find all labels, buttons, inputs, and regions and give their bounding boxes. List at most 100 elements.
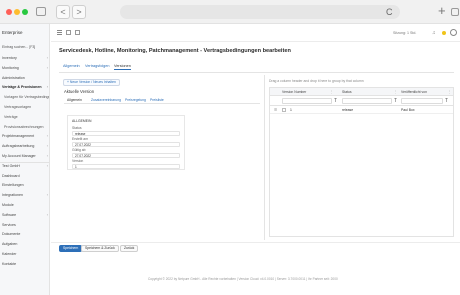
- sidebar-item[interactable]: Integrationen ›: [0, 192, 49, 199]
- sidebar-item[interactable]: Services: [0, 222, 49, 229]
- filter-input-published-by[interactable]: [401, 98, 443, 104]
- sidebar-item-label: Auftragsbearbeitung: [2, 144, 35, 149]
- sidebar-item[interactable]: Provisionsabrechnungen: [0, 124, 49, 131]
- sidebar-item[interactable]: Projektmanagement ›: [0, 133, 49, 140]
- sidebar-item[interactable]: Vorlagen für Vertragsbedingungen: [0, 94, 49, 101]
- tab-versionen[interactable]: Versionen: [114, 64, 131, 70]
- sidebar-item-label: Provisionsabrechnungen: [4, 124, 44, 129]
- close-window-button[interactable]: [6, 9, 12, 15]
- version-field[interactable]: 1: [72, 164, 180, 169]
- row-checkbox[interactable]: [282, 108, 286, 112]
- sidebar-search-input[interactable]: Eintrag suchen... [F3]: [2, 45, 48, 51]
- sidebar-item[interactable]: Auftragsbearbeitung ›: [0, 143, 49, 150]
- sidebar-item-label: Administration: [2, 75, 25, 80]
- subtab-preisregelung[interactable]: Preisregelung: [125, 98, 146, 102]
- sidebar-toggle-icon[interactable]: [36, 7, 46, 16]
- home-icon[interactable]: [75, 30, 80, 35]
- grid-header: Version Number ⋮ Status ⋮ Veröffentlicht…: [270, 88, 453, 96]
- filter-row: T T T: [270, 96, 453, 106]
- chevron-right-icon: ›: [46, 134, 48, 139]
- sidebar-item[interactable]: Software ›: [0, 212, 49, 219]
- sidebar-item-label: Vorlagen für Vertragsbedingungen: [4, 95, 49, 100]
- subtab-preisliste[interactable]: Preisliste: [150, 98, 164, 102]
- tab-overview-icon[interactable]: [451, 8, 459, 16]
- sidebar-item[interactable]: Kalender: [0, 251, 49, 258]
- filter-input-version[interactable]: [282, 98, 332, 104]
- sidebar-item-label: Services: [2, 222, 16, 227]
- sidebar-item-label: Software: [2, 212, 17, 217]
- column-header-status[interactable]: Status: [342, 90, 352, 94]
- cell-version: 1: [290, 108, 292, 112]
- sidebar-item-label: Test GmbH: [2, 163, 20, 168]
- pane-divider: [264, 75, 265, 240]
- sidebar-item-label: Module: [2, 203, 14, 207]
- subtab-allgemein[interactable]: Allgemein: [67, 98, 82, 102]
- row-drag-icon[interactable]: ☰: [274, 108, 277, 112]
- group-panel-hint[interactable]: Drag a column header and drop it here to…: [269, 79, 364, 83]
- browser-toolbar: < > C +: [0, 0, 460, 24]
- tab-divider: [59, 72, 454, 73]
- sidebar-item[interactable]: Dokumente: [0, 231, 49, 238]
- sidebar-item[interactable]: Monitoring ›: [0, 65, 49, 72]
- filter-input-status[interactable]: [342, 98, 392, 104]
- sidebar-item[interactable]: Kontakte: [0, 261, 49, 268]
- sidebar-item[interactable]: Dashboard: [0, 173, 49, 180]
- filter-icon[interactable]: T: [445, 98, 448, 104]
- sidebar-item[interactable]: Verträge: [0, 114, 49, 121]
- sidebar-item[interactable]: Module: [0, 202, 49, 209]
- sidebar-item[interactable]: Aufgaben: [0, 241, 49, 248]
- sidebar-item[interactable]: My Account Manager ›: [0, 153, 49, 160]
- column-menu-icon[interactable]: ⋮: [394, 90, 397, 94]
- save-and-back-button[interactable]: Speichern & Zurück: [81, 245, 119, 252]
- reload-icon[interactable]: C: [386, 5, 393, 19]
- sidebar-item[interactable]: Verträge & Provisionen ›: [0, 84, 49, 91]
- back-button[interactable]: Zurück: [120, 245, 139, 252]
- general-form: ALLGEMEIN Status release Erstellt am 27.…: [67, 115, 185, 170]
- actions-divider: [51, 242, 460, 243]
- subtab-zusatzvereinbarung[interactable]: Zusatzvereinbarung: [91, 98, 121, 102]
- sidebar-item[interactable]: Inventory ›: [0, 55, 49, 62]
- tab-vertragsfolgen[interactable]: Vertragsfolgen: [85, 64, 110, 68]
- language-flag-icon[interactable]: [442, 31, 446, 35]
- footer-copyright: Copyright © 2022 by Netpure GmbH - Alle …: [148, 277, 338, 281]
- maximize-window-button[interactable]: [22, 9, 28, 15]
- sidebar-item-label: Vertragsvorlagen: [4, 105, 32, 109]
- versions-grid-pane: Drag a column header and drop it here to…: [266, 75, 454, 240]
- sidebar-item[interactable]: Einstellungen: [0, 182, 49, 189]
- column-menu-icon[interactable]: ⋮: [330, 90, 333, 94]
- column-menu-icon[interactable]: ⋮: [448, 90, 451, 94]
- column-header-version[interactable]: Version Number: [282, 90, 306, 94]
- address-bar[interactable]: [120, 5, 400, 19]
- section-title: Aktuelle Version: [64, 89, 95, 94]
- sidebar-item-label: My Account Manager: [2, 154, 36, 158]
- valid-from-field[interactable]: 27.07.2022: [72, 153, 180, 158]
- sidebar-item[interactable]: Administration: [0, 75, 49, 82]
- cell-published-by: Paul Box: [401, 108, 415, 112]
- created-field[interactable]: 27.07.2022: [72, 142, 180, 147]
- new-tab-button[interactable]: +: [438, 4, 446, 18]
- sidebar-item-label: Integrationen: [2, 193, 23, 198]
- bell-icon[interactable]: ♫: [432, 31, 436, 36]
- filter-icon[interactable]: T: [394, 98, 397, 104]
- session-timer: Sitzung: 1 Std.: [393, 31, 417, 35]
- sidebar-item[interactable]: Test GmbH ›: [0, 163, 49, 170]
- tab-allgemein[interactable]: Allgemein: [63, 64, 80, 68]
- back-button[interactable]: <: [56, 5, 70, 19]
- new-version-button[interactable]: + Neue Version / Neues Inhalten: [63, 79, 120, 86]
- version-detail-pane: + Neue Version / Neues Inhalten Aktuelle…: [59, 75, 264, 240]
- forward-button[interactable]: >: [72, 5, 86, 19]
- save-button[interactable]: Speichern: [59, 245, 83, 252]
- status-field[interactable]: release: [72, 131, 180, 136]
- user-icon[interactable]: [450, 29, 457, 36]
- minimize-window-button[interactable]: [14, 9, 20, 15]
- sidebar-item-label: Dashboard: [2, 173, 20, 178]
- sidebar-item[interactable]: Vertragsvorlagen: [0, 104, 49, 111]
- chevron-right-icon: ›: [46, 65, 48, 70]
- grid-icon[interactable]: [66, 30, 71, 35]
- table-row[interactable]: ☰ 1 release Paul Box: [270, 106, 453, 114]
- chevron-right-icon: ›: [46, 212, 48, 217]
- cell-status: release: [342, 108, 354, 112]
- menu-icon[interactable]: [57, 30, 62, 35]
- filter-icon[interactable]: T: [334, 98, 337, 104]
- column-header-published-by[interactable]: Veröffentlicht von: [401, 90, 427, 94]
